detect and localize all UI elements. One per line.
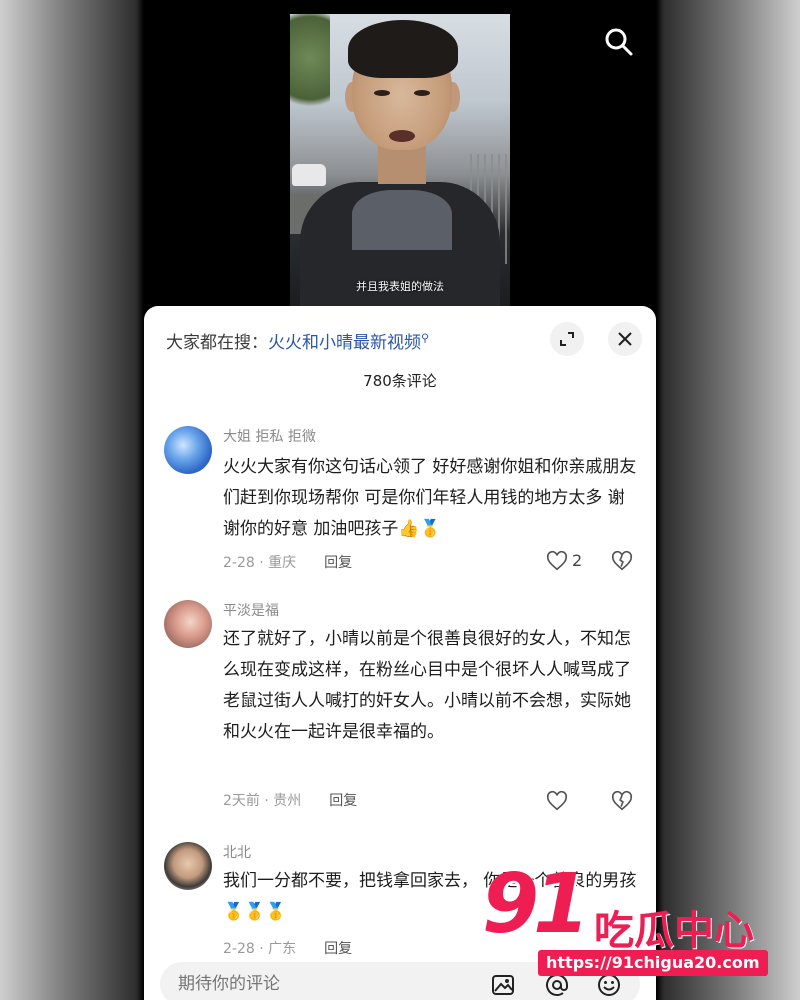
broken-heart-icon: [611, 790, 633, 811]
comment-text: 火火大家有你这句话心领了 好好感谢你姐和你亲戚朋友们赶到你现场帮你 可是你们年轻…: [223, 457, 637, 539]
video-subtitle: 并且我表姐的做法: [356, 280, 444, 293]
dislike-button[interactable]: [611, 790, 633, 812]
like-button[interactable]: [546, 790, 606, 812]
close-button[interactable]: [608, 322, 642, 356]
comment-meta: 2-28 · 广东 回复: [223, 938, 352, 958]
comment-text: 还了就好了，小晴以前是个很善良很好的女人，不知怎么现在变成这样，在粉丝心目中是个…: [223, 629, 631, 742]
comment-time-location: 2天前 · 贵州: [223, 793, 302, 809]
trending-search-prefix: 大家都在搜：: [166, 333, 268, 353]
like-button[interactable]: 2: [546, 550, 606, 572]
trending-search-keyword[interactable]: 火火和小晴最新视频: [268, 333, 421, 353]
background-tree: [290, 14, 330, 124]
comment-input[interactable]: [176, 970, 440, 998]
watermark-logo: 91 吃瓜中心 https://91chigua20.com: [482, 864, 782, 982]
avatar[interactable]: [164, 600, 212, 648]
expand-button[interactable]: [550, 322, 584, 356]
search-icon[interactable]: [603, 26, 635, 58]
comment-username[interactable]: 大姐 拒私 拒微: [223, 426, 316, 446]
person-mouth: [389, 130, 415, 142]
comment-meta: 2天前 · 贵州 回复: [223, 790, 357, 810]
person-neck: [378, 144, 426, 184]
watermark-name: 吃瓜中心: [594, 908, 754, 954]
person-collar: [352, 190, 452, 250]
heart-icon: [546, 790, 568, 811]
comment-time-location: 2-28 · 重庆: [223, 555, 297, 571]
avatar[interactable]: [164, 426, 212, 474]
expand-icon: [560, 332, 574, 346]
person-hair: [348, 20, 458, 78]
reply-button[interactable]: 回复: [329, 793, 357, 809]
trending-search[interactable]: 大家都在搜：火火和小晴最新视频⚲: [166, 328, 429, 353]
heart-icon: [546, 550, 568, 571]
person-eye-right: [414, 90, 430, 96]
background-car: [292, 164, 326, 186]
dislike-button[interactable]: [611, 550, 633, 572]
comment-meta: 2-28 · 重庆 回复: [223, 552, 352, 572]
video-frame[interactable]: 并且我表姐的做法: [290, 14, 510, 306]
reply-button[interactable]: 回复: [324, 941, 352, 957]
small-search-icon: ⚲: [421, 331, 430, 345]
reply-button[interactable]: 回复: [324, 555, 352, 571]
broken-heart-icon: [611, 550, 633, 571]
like-count: 2: [572, 551, 583, 570]
person-eye-left: [374, 90, 390, 96]
watermark-url: https://91chigua20.com: [538, 950, 768, 976]
watermark-number: 91: [482, 857, 590, 952]
avatar[interactable]: [164, 842, 212, 890]
comment-username[interactable]: 平淡是福: [223, 600, 279, 620]
comment-count: 780条评论: [363, 372, 437, 390]
comment-username[interactable]: 北北: [223, 842, 251, 862]
comment-time-location: 2-28 · 广东: [223, 941, 297, 957]
close-icon: [618, 332, 632, 346]
